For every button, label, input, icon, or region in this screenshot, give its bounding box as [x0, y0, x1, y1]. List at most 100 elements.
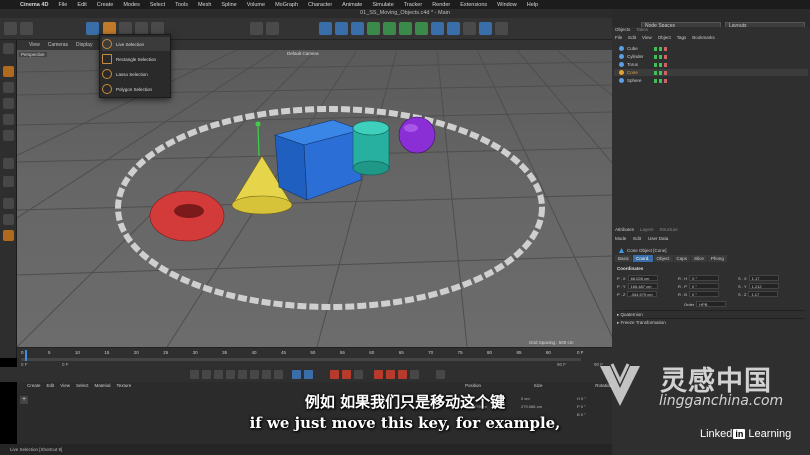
go-to-end-icon[interactable] [274, 370, 283, 379]
tab-takes[interactable]: Takes [636, 27, 648, 33]
scale-z-field[interactable]: 1.17 [748, 291, 779, 297]
object-row-cone[interactable]: Cone [614, 69, 808, 76]
object-row-sphere[interactable]: Sphere [614, 77, 808, 84]
tab-layers[interactable]: Layers [640, 227, 654, 232]
object-flags[interactable] [654, 62, 667, 67]
pos-y-field[interactable]: 165.487 cm [627, 283, 658, 289]
menu-modes[interactable]: Modes [123, 2, 140, 8]
select-tool-icon[interactable] [86, 22, 99, 35]
menu-item-live-selection[interactable]: Live Selection [102, 37, 170, 51]
menu-file[interactable]: File [58, 2, 67, 8]
workplane-icon[interactable] [3, 176, 14, 187]
solo-icon[interactable] [3, 198, 14, 209]
menu-volume[interactable]: Volume [247, 2, 265, 8]
om-menu-bookmarks[interactable]: Bookmarks [692, 34, 715, 42]
material-menu-texture[interactable]: Texture [117, 383, 132, 388]
attr-menu-edit[interactable]: Edit [633, 236, 641, 241]
rot-p-field[interactable]: 0 ° [688, 283, 719, 289]
axis-mode-icon[interactable] [3, 130, 14, 141]
menu-render[interactable]: Render [432, 2, 450, 8]
edges-mode-icon[interactable] [3, 82, 14, 93]
light-icon[interactable] [463, 22, 476, 35]
menu-tools[interactable]: Tools [175, 2, 188, 8]
material-menu-create[interactable]: Create [27, 383, 41, 388]
menu-simulate[interactable]: Simulate [372, 2, 393, 8]
menu-animate[interactable]: Animate [342, 2, 362, 8]
attr-menu-mode[interactable]: Mode [615, 236, 626, 241]
object-flags[interactable] [654, 54, 667, 59]
next-key-icon[interactable] [262, 370, 271, 379]
subtab-slice[interactable]: Slice [691, 255, 707, 262]
cube-object[interactable] [273, 119, 363, 201]
om-menu-edit[interactable]: Edit [628, 34, 636, 42]
om-menu-file[interactable]: File [615, 34, 622, 42]
viewport-menu-view[interactable]: View [29, 40, 40, 50]
cloner-icon[interactable] [367, 22, 380, 35]
polygons-mode-icon[interactable] [3, 98, 14, 109]
order-select[interactable]: HPB [696, 301, 727, 307]
tab-structure[interactable]: Structure [660, 227, 678, 232]
viewport-menu-display[interactable]: Display [76, 40, 92, 50]
material-menu-select[interactable]: Select [76, 383, 89, 388]
freeze-section[interactable]: ▸ Freeze Transformation [617, 318, 805, 325]
menu-create[interactable]: Create [97, 2, 114, 8]
om-menu-tags[interactable]: Tags [677, 34, 687, 42]
camera-icon[interactable] [447, 22, 460, 35]
paint-icon[interactable] [3, 214, 14, 225]
scale-x-field[interactable]: 1.17 [748, 275, 779, 281]
subtab-coord[interactable]: Coord. [633, 255, 653, 262]
uv-mode-icon[interactable] [3, 114, 14, 125]
menu-extensions[interactable]: Extensions [460, 2, 487, 8]
sculpt-icon[interactable] [3, 230, 14, 241]
scale-y-field[interactable]: 1.212 [748, 283, 779, 289]
render-region-icon[interactable] [266, 22, 279, 35]
rot-b-field[interactable]: 0 ° [688, 291, 719, 297]
snap-tool-icon[interactable] [3, 158, 14, 169]
sphere-object[interactable] [398, 116, 436, 154]
app-menu[interactable]: Cinema 4D [20, 2, 48, 8]
cube-icon[interactable] [319, 22, 332, 35]
timeline-bar[interactable] [21, 358, 581, 361]
cylinder-object[interactable] [352, 120, 390, 176]
subtab-caps[interactable]: Caps [673, 255, 691, 262]
menu-mograph[interactable]: MoGraph [275, 2, 298, 8]
object-flags[interactable] [654, 78, 667, 83]
menu-tracker[interactable]: Tracker [404, 2, 422, 8]
prev-key-icon[interactable] [202, 370, 211, 379]
render-view-icon[interactable] [250, 22, 263, 35]
om-menu-view[interactable]: View [642, 34, 652, 42]
play-reverse-icon[interactable] [226, 370, 235, 379]
viewport-camera-label[interactable]: Default Camera [287, 51, 319, 56]
object-flags[interactable] [654, 46, 667, 51]
sound-icon[interactable] [304, 370, 313, 379]
object-flags[interactable] [654, 70, 667, 75]
subtab-phong[interactable]: Phong [707, 255, 727, 262]
position-key-icon[interactable] [374, 370, 383, 379]
subtab-object[interactable]: Object [653, 255, 673, 262]
torus-object[interactable] [149, 190, 225, 242]
object-row-cube[interactable]: Cube [614, 45, 808, 52]
material-menu-edit[interactable]: Edit [47, 383, 55, 388]
play-icon[interactable] [238, 370, 247, 379]
rotation-key-icon[interactable] [386, 370, 395, 379]
menu-spline[interactable]: Spline [221, 2, 236, 8]
deformer-icon[interactable] [383, 22, 396, 35]
keyframe-selection-icon[interactable] [354, 370, 363, 379]
model-mode-icon[interactable] [3, 43, 14, 54]
subdivision-icon[interactable] [351, 22, 364, 35]
menu-character[interactable]: Character [308, 2, 332, 8]
floor-icon[interactable] [431, 22, 444, 35]
pos-z-field[interactable]: -344.579 cm [627, 291, 658, 297]
menu-help[interactable]: Help [527, 2, 538, 8]
field-icon[interactable] [399, 22, 412, 35]
om-menu-object[interactable]: Object [658, 34, 671, 42]
tab-attributes[interactable]: Attributes [615, 227, 634, 232]
material-menu-view[interactable]: View [60, 383, 70, 388]
menu-select[interactable]: Select [150, 2, 165, 8]
timeline-window-icon[interactable] [436, 370, 445, 379]
rot-h-field[interactable]: 0 ° [689, 275, 720, 281]
prev-frame-icon[interactable] [214, 370, 223, 379]
attr-menu-user-data[interactable]: User Data [648, 236, 668, 241]
loop-icon[interactable] [292, 370, 301, 379]
quaternion-section[interactable]: ▸ Quaternion [617, 310, 805, 317]
